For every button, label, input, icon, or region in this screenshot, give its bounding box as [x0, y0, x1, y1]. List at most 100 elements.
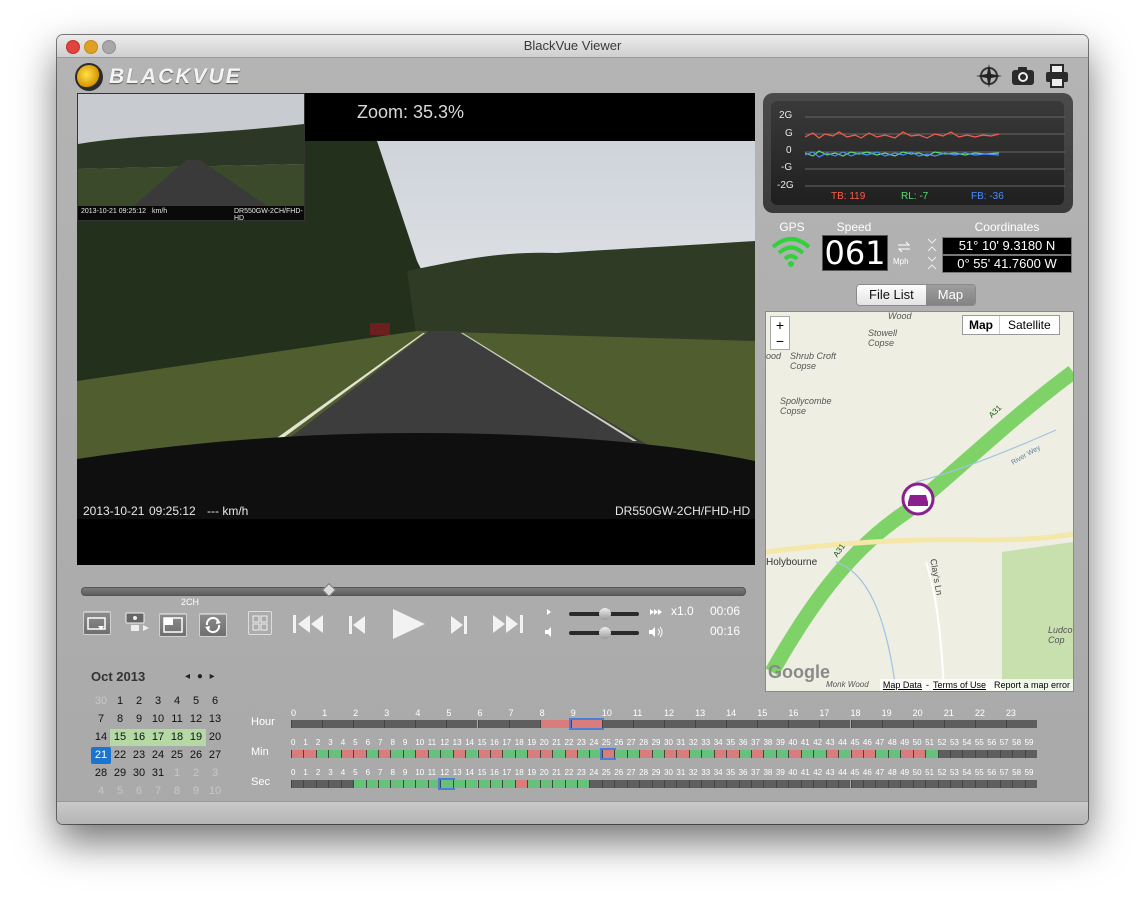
calendar-day[interactable]: 8 [167, 783, 187, 800]
seconds-segment[interactable] [875, 780, 888, 788]
progress-thumb[interactable] [321, 582, 337, 598]
minutes-segment[interactable] [639, 750, 652, 758]
calendar-day[interactable]: 30 [129, 765, 149, 782]
today-button[interactable]: ● [197, 671, 203, 682]
seconds-segment[interactable] [527, 780, 540, 788]
minutes-segment[interactable] [838, 750, 851, 758]
minutes-segment[interactable] [962, 750, 975, 758]
hours-segment[interactable] [632, 720, 664, 728]
hours-segment[interactable] [568, 718, 604, 730]
seconds-segment[interactable] [800, 780, 814, 788]
minutes-segment[interactable] [912, 750, 926, 758]
hours-segment[interactable] [943, 720, 975, 728]
seconds-segment[interactable] [315, 780, 329, 788]
calendar-day[interactable]: 9 [129, 711, 149, 728]
seconds-segment[interactable] [937, 780, 950, 788]
minutes-segment[interactable] [751, 750, 764, 758]
seconds-segment[interactable] [303, 780, 316, 788]
minutes-segment[interactable] [564, 750, 577, 758]
seconds-segment[interactable] [402, 780, 416, 788]
map-type-satellite-button[interactable]: Satellite [1000, 316, 1059, 334]
hours-segment[interactable] [446, 720, 478, 728]
seconds-segment[interactable] [925, 780, 938, 788]
minutes-segment[interactable] [937, 750, 950, 758]
seconds-segment[interactable] [676, 780, 689, 788]
hours-segment[interactable] [384, 720, 416, 728]
minutes-segment[interactable] [900, 750, 913, 758]
seconds-segment[interactable] [452, 780, 466, 788]
seconds-segment[interactable] [775, 780, 789, 788]
map-data-link[interactable]: Map Data [883, 680, 922, 690]
calendar-day[interactable]: 7 [91, 711, 111, 728]
calendar-day[interactable]: 13 [205, 711, 225, 728]
calendar-day[interactable]: 5 [110, 783, 130, 800]
seconds-segment[interactable] [378, 780, 391, 788]
seconds-segment[interactable] [328, 780, 341, 788]
minutes-segment[interactable] [726, 750, 739, 758]
minutes-segment[interactable] [427, 750, 441, 758]
calendar-day[interactable]: 17 [148, 729, 168, 746]
minutes-segment[interactable] [651, 750, 664, 758]
calendar-day[interactable]: 4 [91, 783, 111, 800]
hours-segment[interactable] [912, 720, 944, 728]
minutes-segment[interactable] [875, 750, 888, 758]
minutes-segment[interactable] [763, 750, 776, 758]
calendar-day[interactable]: 11 [167, 711, 187, 728]
calendar-day[interactable]: 20 [205, 729, 225, 746]
seconds-segment[interactable] [974, 780, 988, 788]
calendar-day[interactable]: 25 [167, 747, 187, 764]
seconds-segment[interactable] [949, 780, 963, 788]
calendar-day[interactable]: 7 [148, 783, 168, 800]
previous-month-button[interactable]: ◂ [185, 671, 190, 682]
minutes-segment[interactable] [465, 750, 478, 758]
minutes-segment[interactable] [701, 750, 714, 758]
gps-user-button[interactable] [123, 611, 149, 633]
seconds-segment[interactable] [962, 780, 975, 788]
channel-layout-button[interactable] [159, 613, 187, 637]
seconds-segment[interactable] [390, 780, 403, 788]
seconds-segment[interactable] [651, 780, 664, 788]
hours-segment[interactable] [726, 720, 758, 728]
minutes-segment[interactable] [315, 750, 329, 758]
minutes-segment[interactable] [850, 750, 863, 758]
print-icon[interactable] [1043, 63, 1071, 89]
minutes-segment[interactable] [825, 750, 839, 758]
minutes-segment[interactable] [664, 750, 677, 758]
compass-icon[interactable] [975, 63, 1003, 89]
minutes-segment[interactable] [489, 750, 503, 758]
minutes-segment[interactable] [713, 750, 727, 758]
seconds-segment[interactable] [539, 780, 553, 788]
calendar-day[interactable]: 3 [148, 693, 168, 710]
calendar-day[interactable]: 12 [186, 711, 206, 728]
calendar-day[interactable]: 3 [205, 765, 225, 782]
minutes-segment[interactable] [303, 750, 316, 758]
seconds-segment[interactable] [564, 780, 577, 788]
tab-file-list[interactable]: File List [857, 285, 926, 305]
calendar-day[interactable]: 6 [129, 783, 149, 800]
report-map-error-link[interactable]: Report a map error [994, 680, 1070, 690]
hours-segment[interactable] [1005, 720, 1037, 728]
volume-slider-thumb[interactable] [599, 627, 611, 639]
minutes-segment[interactable] [527, 750, 540, 758]
skip-back-icon[interactable] [290, 611, 326, 637]
minutes-segment[interactable] [589, 750, 602, 758]
seconds-segment[interactable] [825, 780, 839, 788]
seconds-segment[interactable] [438, 778, 455, 790]
play-icon[interactable] [389, 606, 427, 642]
minutes-segment[interactable] [788, 750, 801, 758]
coordinate-format-icon[interactable] [925, 237, 939, 271]
seconds-segment[interactable] [713, 780, 727, 788]
minutes-segment[interactable] [925, 750, 938, 758]
hours-segment[interactable] [508, 720, 540, 728]
calendar-day[interactable]: 16 [129, 729, 149, 746]
calendar-day[interactable]: 26 [186, 747, 206, 764]
minutes-segment[interactable] [502, 750, 515, 758]
calendar-day[interactable]: 30 [91, 693, 111, 710]
calendar-day[interactable]: 2 [129, 693, 149, 710]
seconds-segment[interactable] [1012, 780, 1025, 788]
hours-segment[interactable] [322, 720, 354, 728]
seconds-segment[interactable] [477, 780, 490, 788]
speed-slider-thumb[interactable] [599, 608, 611, 620]
seconds-segment[interactable] [291, 780, 304, 788]
calendar-day[interactable]: 4 [167, 693, 187, 710]
